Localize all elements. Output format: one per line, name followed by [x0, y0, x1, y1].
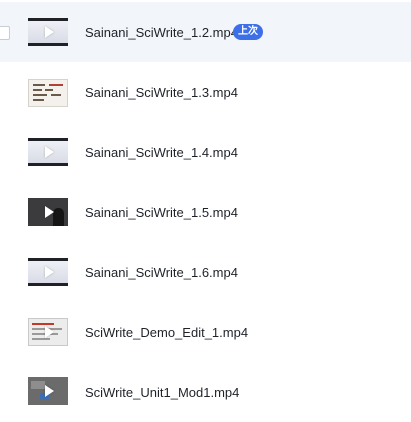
play-icon	[45, 206, 54, 218]
file-row[interactable]: Sainani_SciWrite_1.6.mp4	[0, 242, 411, 302]
file-name[interactable]: SciWrite_Unit1_Mod1.mp4	[85, 385, 239, 400]
play-icon	[45, 385, 54, 397]
file-list: Sainani_SciWrite_1.2.mp4 上次 Sainani_SciW…	[0, 0, 411, 421]
file-row[interactable]: Sainani_SciWrite_1.2.mp4 上次	[0, 2, 411, 62]
document-thumbnail-icon	[28, 79, 68, 107]
video-thumbnail-icon	[28, 258, 68, 286]
play-icon	[45, 266, 54, 278]
file-name[interactable]: Sainani_SciWrite_1.4.mp4	[85, 145, 238, 160]
file-row[interactable]: SciWrite_Demo_Edit_1.mp4	[0, 302, 411, 362]
gray-video-thumbnail-icon	[28, 377, 68, 405]
file-name[interactable]: Sainani_SciWrite_1.6.mp4	[85, 265, 238, 280]
row-checkbox[interactable]	[0, 26, 10, 40]
speaker-figure-icon	[53, 208, 64, 226]
file-name[interactable]: Sainani_SciWrite_1.5.mp4	[85, 205, 238, 220]
play-icon	[45, 26, 54, 38]
file-name[interactable]: Sainani_SciWrite_1.2.mp4	[85, 25, 238, 40]
last-viewed-badge: 上次	[233, 24, 263, 40]
dark-video-thumbnail-icon	[28, 198, 68, 226]
file-row[interactable]: Sainani_SciWrite_1.4.mp4	[0, 122, 411, 182]
video-thumbnail-icon	[28, 138, 68, 166]
play-icon	[45, 326, 54, 338]
play-icon	[45, 146, 54, 158]
file-row[interactable]: SciWrite_Unit1_Mod1.mp4	[0, 362, 411, 422]
file-name[interactable]: Sainani_SciWrite_1.3.mp4	[85, 85, 238, 100]
file-name[interactable]: SciWrite_Demo_Edit_1.mp4	[85, 325, 248, 340]
slides-thumbnail-icon	[28, 318, 68, 346]
video-thumbnail-icon	[28, 18, 68, 46]
file-row[interactable]: Sainani_SciWrite_1.3.mp4	[0, 62, 411, 122]
file-row[interactable]: Sainani_SciWrite_1.5.mp4	[0, 182, 411, 242]
